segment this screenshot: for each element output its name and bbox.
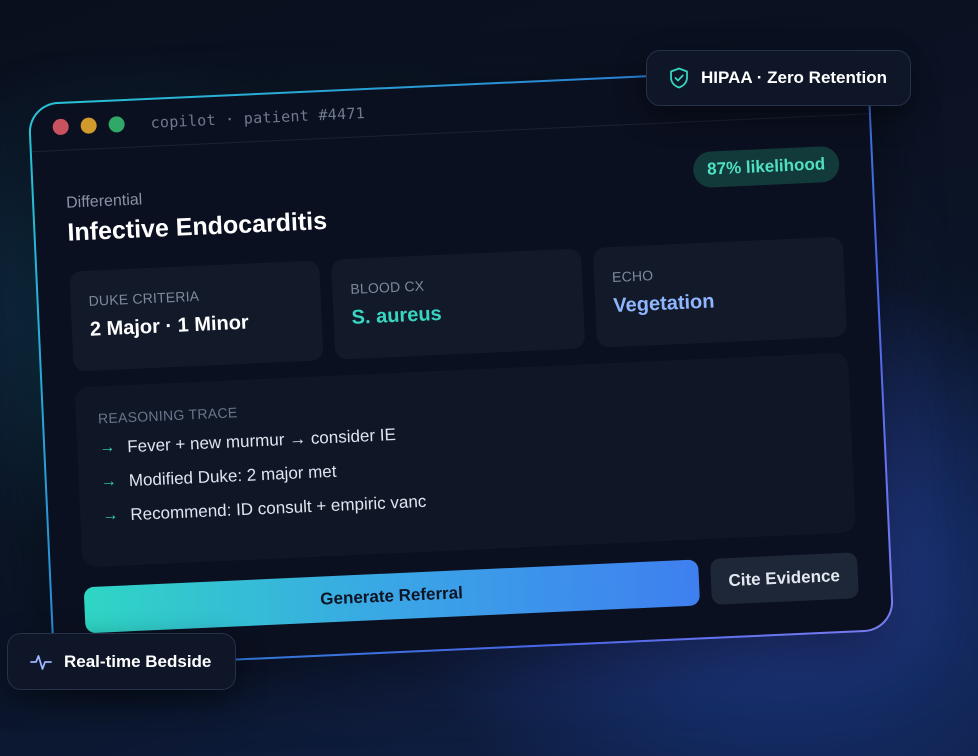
criteria-cards: DUKE CRITERIA 2 Major · 1 Minor BLOOD CX… <box>69 236 848 372</box>
card-value: Vegetation <box>612 290 715 318</box>
card-duke-criteria: DUKE CRITERIA 2 Major · 1 Minor <box>69 260 324 372</box>
card-label: DUKE CRITERIA <box>88 287 200 309</box>
arrow-right-icon: → <box>100 472 118 491</box>
copilot-window: copilot · patient #4471 87% likelihood D… <box>29 67 893 667</box>
realtime-badge-label: Real-time Bedside <box>64 651 212 671</box>
stage: copilot · patient #4471 87% likelihood D… <box>0 0 978 756</box>
trace-text: Modified Duke: 2 major met <box>128 461 337 491</box>
copilot-window-frame: copilot · patient #4471 87% likelihood D… <box>27 65 895 669</box>
minimize-window-dot[interactable] <box>80 117 98 134</box>
likelihood-badge: 87% likelihood <box>692 145 840 189</box>
card-label: ECHO <box>611 267 654 286</box>
shield-check-icon <box>670 67 688 89</box>
hipaa-badge-label: HIPAA · Zero Retention <box>701 68 888 87</box>
trace-text: Recommend: ID consult + empiric vanc <box>129 491 427 525</box>
generate-referral-button[interactable]: Generate Referral <box>83 559 700 634</box>
realtime-badge: Real-time Bedside <box>7 633 236 690</box>
content: 87% likelihood Differential Infective En… <box>32 114 891 635</box>
hipaa-badge: HIPAA · Zero Retention <box>646 50 911 106</box>
actions: Generate Referral Cite Evidence <box>83 552 859 634</box>
card-label: BLOOD CX <box>349 277 425 297</box>
arrow-right-icon: → <box>102 506 119 525</box>
window-title: copilot · patient #4471 <box>150 104 366 132</box>
card-blood-cx: BLOOD CX S. aureus <box>331 248 586 360</box>
pulse-icon <box>30 654 52 670</box>
maximize-window-dot[interactable] <box>108 116 125 133</box>
card-echo: ECHO Vegetation <box>592 236 848 348</box>
arrow-right-icon: → <box>98 438 116 457</box>
reasoning-trace: REASONING TRACE → Fever + new murmur → c… <box>74 352 856 568</box>
card-value: 2 Major · 1 Minor <box>89 311 250 341</box>
cite-evidence-button[interactable]: Cite Evidence <box>709 552 859 605</box>
card-value: S. aureus <box>351 302 443 329</box>
close-window-dot[interactable] <box>52 118 70 136</box>
trace-text: Fever + new murmur → consider IE <box>126 425 397 457</box>
